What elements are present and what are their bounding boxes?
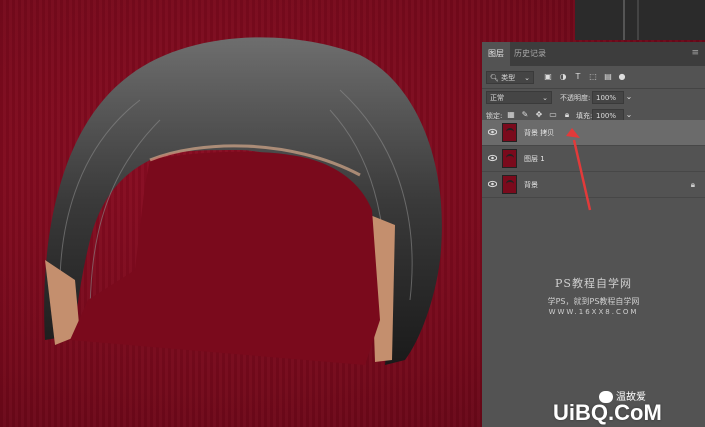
eye-icon[interactable] — [488, 128, 497, 136]
image-filter-icon[interactable]: ▣ — [543, 72, 553, 82]
hair-artwork — [44, 37, 442, 366]
tab-layers[interactable]: 图层 — [482, 42, 510, 66]
blend-row: 正常 ⌄ 不透明度: 100% ⌄ — [482, 88, 705, 108]
lock-position-icon[interactable]: ✥ — [534, 110, 544, 120]
layer-thumbnail — [502, 149, 517, 168]
shape-filter-icon[interactable]: ⬚ — [588, 72, 598, 82]
adjustment-filter-icon[interactable]: ◑ — [558, 72, 568, 82]
layer-name[interactable]: 背景 — [524, 180, 538, 190]
fill-value: 100% — [596, 112, 617, 120]
chevron-down-icon[interactable]: ⌄ — [624, 110, 634, 120]
layer-thumbnail — [502, 175, 517, 194]
watermark-subtitle: 学PS，就到PS教程自学网 — [547, 297, 640, 306]
tab-history[interactable]: 历史记录 — [514, 48, 546, 59]
blend-mode-select[interactable]: 正常 ⌄ — [486, 91, 552, 104]
opacity-value: 100% — [596, 94, 617, 102]
layers-panel: 图层 历史记录 ≡ 🔍︎ 类型 ⌄ ▣ ◑ T ⬚ ▤ ● 正常 ⌄ 不透明度:… — [482, 42, 705, 427]
lock-image-icon[interactable]: ✎ — [520, 110, 530, 120]
filter-toggle-icon[interactable]: ● — [617, 72, 627, 82]
chevron-down-icon: ⌄ — [524, 74, 530, 82]
layer-name[interactable]: 图层 1 — [524, 154, 545, 164]
watermark-url: WWW.16XX8.COM — [548, 308, 639, 316]
filter-kind-label: 类型 — [501, 74, 516, 82]
lock-all-icon[interactable]: 🔒︎ — [562, 110, 572, 120]
panel-tabs: 图层 历史记录 ≡ — [482, 42, 705, 66]
filter-kind-select[interactable]: 🔍︎ 类型 ⌄ — [486, 71, 534, 84]
chevron-down-icon[interactable]: ⌄ — [624, 92, 634, 102]
blend-mode-value: 正常 — [490, 94, 504, 102]
smart-object-filter-icon[interactable]: ▤ — [603, 72, 613, 82]
lock-artboard-icon[interactable]: ▭ — [548, 110, 558, 120]
opacity-label: 不透明度: — [560, 94, 591, 102]
layer-name[interactable]: 背景 拷贝 — [524, 128, 554, 138]
lock-icon: 🔒︎ — [690, 180, 695, 189]
layer-row[interactable]: 图层 1 — [482, 146, 705, 172]
filter-row: 🔍︎ 类型 ⌄ ▣ ◑ T ⬚ ▤ ● — [482, 68, 705, 88]
top-toolbar-strip — [575, 0, 705, 40]
chevron-down-icon: ⌄ — [542, 94, 548, 102]
search-icon: 🔍︎ — [490, 74, 499, 82]
eye-icon[interactable] — [488, 154, 497, 162]
eye-icon[interactable] — [488, 180, 497, 188]
site-logo: UiBQ.CoM — [553, 400, 662, 425]
watermark-title: PS教程自学网 — [555, 277, 632, 290]
layer-thumbnail — [502, 123, 517, 142]
opacity-input[interactable]: 100% — [592, 91, 624, 104]
text-filter-icon[interactable]: T — [573, 72, 583, 82]
layer-row[interactable]: 背景 拷贝 — [482, 120, 705, 146]
layer-row[interactable]: 背景 🔒︎ — [482, 172, 705, 198]
panel-menu-icon[interactable]: ≡ — [691, 48, 699, 58]
lock-transparent-icon[interactable]: ▦ — [506, 110, 516, 120]
